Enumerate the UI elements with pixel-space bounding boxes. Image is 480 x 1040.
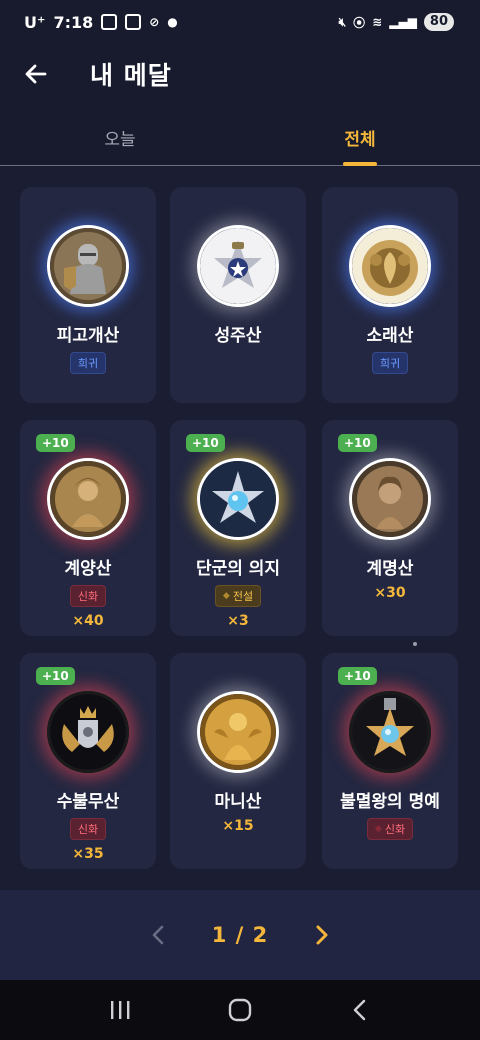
status-time: 7:18 [53,12,94,32]
system-nav-bar [0,980,480,1040]
medal-name: 성주산 [214,326,262,346]
status-bar: U⁺ 7:18 ⊘ ● 🔇︎ ⦿ ≋ ▂▄▆ 80 [0,0,480,44]
recent-apps-icon [111,1001,130,1019]
location-icon: ⦿ [353,15,366,30]
medal-card[interactable]: +10 계명산 ×30 [322,420,458,636]
tab-today[interactable]: 오늘 [0,110,240,165]
home-button[interactable] [220,990,260,1030]
medal-card[interactable]: 소래산 희귀 [322,187,458,403]
shield-crest-medal-icon [50,694,126,770]
honor-star-medal-icon [352,694,428,770]
medal-count: ×15 [222,818,254,834]
medal-image [47,458,129,540]
legend-gem-icon: ◆ [222,591,230,601]
medal-count: ×35 [72,846,104,862]
gold-crest-medal-icon [352,228,428,304]
prev-page-button[interactable] [138,915,178,955]
back-button[interactable] [16,54,56,94]
medal-name: 마니산 [214,792,262,812]
rarity-label: 전설 [232,590,254,603]
page-title: 내 메달 [90,61,172,90]
medal-card[interactable]: 피고개산 희귀 [20,187,156,403]
medal-image [47,225,129,307]
rarity-badge: 신화 [69,585,107,607]
chevron-right-icon [316,925,328,945]
rarity-badge: ◆ 전설 [214,585,262,607]
medal-card[interactable]: 성주산 [170,187,306,403]
bonus-badge: +10 [36,434,75,452]
medal-name: 단군의 의지 [195,559,281,579]
medal-image [349,691,431,773]
battery-indicator: 80 [423,13,454,31]
medal-image [349,458,431,540]
medal-card[interactable]: +10 불멸왕의 명예 ◆ 신화 [322,653,458,869]
system-back-button[interactable] [340,990,380,1030]
medal-image [349,225,431,307]
medal-count: ×40 [72,613,104,629]
tab-all[interactable]: 전체 [240,110,480,166]
recent-apps-button[interactable] [100,990,140,1030]
page-indicator: 1 / 2 [211,923,269,947]
star-crest-medal-icon [200,228,276,304]
tab-bar: 오늘 전체 [0,110,480,166]
app-header: 내 메달 [0,44,480,104]
knight-medal-icon [50,228,126,304]
crystal-star-medal-icon [200,461,276,537]
rarity-badge: ◆ 신화 [366,818,414,840]
scan-notification-icon [125,14,142,30]
medal-card[interactable]: +10 수불무산 신화 ×35 [20,653,156,869]
medal-name: 소래산 [366,326,414,346]
home-icon [228,998,252,1022]
bonus-badge: +10 [186,434,225,452]
medal-count: ×3 [227,613,249,629]
medal-count: ×30 [374,585,406,601]
back-arrow-icon [25,64,47,84]
medal-image [197,691,279,773]
chevron-left-icon [152,925,164,945]
wifi-icon: ≋ [372,15,383,29]
system-back-icon [353,999,366,1021]
bonus-badge: +10 [36,667,75,685]
medal-card[interactable]: +10 계양산 신화 ×40 [20,420,156,636]
medal-grid: 피고개산 희귀 성주산 소래산 희귀 +10 계양산 신화 ×40 +10 단군… [0,167,480,889]
medal-name: 수불무산 [56,792,120,812]
rarity-label: 신화 [384,823,406,836]
bonus-badge: +10 [338,667,377,685]
tab-all-label: 전체 [344,130,376,150]
medal-name: 계양산 [64,559,112,579]
goddess-medal-icon [50,461,126,537]
medal-image [197,458,279,540]
rarity-badge: 희귀 [69,352,107,374]
bronze-portrait-medal-icon [352,461,428,537]
medal-name: 불멸왕의 명예 [340,792,440,812]
medal-card[interactable]: 마니산 ×15 [170,653,306,869]
app-notification-icon [101,14,118,30]
rarity-badge: 신화 [69,818,107,840]
pagination: 1 / 2 [0,890,480,980]
golden-goddess-medal-icon [200,694,276,770]
link-notification-icon: ⊘ [149,15,160,29]
rarity-badge: 희귀 [371,352,409,374]
scroll-indicator [413,642,417,646]
next-page-button[interactable] [302,915,342,955]
signal-icon: ▂▄▆ [389,15,417,29]
medal-image [47,691,129,773]
carrier-label: U⁺ [24,12,46,32]
medal-name: 계명산 [366,559,414,579]
bonus-badge: +10 [338,434,377,452]
active-tab-indicator [343,162,377,166]
mute-icon: 🔇︎ [338,14,347,29]
medal-image [197,225,279,307]
myth-gem-icon: ◆ [374,824,382,834]
more-notifications-icon: ● [167,15,178,29]
medal-card[interactable]: +10 단군의 의지 ◆ 전설 ×3 [170,420,306,636]
medal-name: 피고개산 [56,326,120,346]
